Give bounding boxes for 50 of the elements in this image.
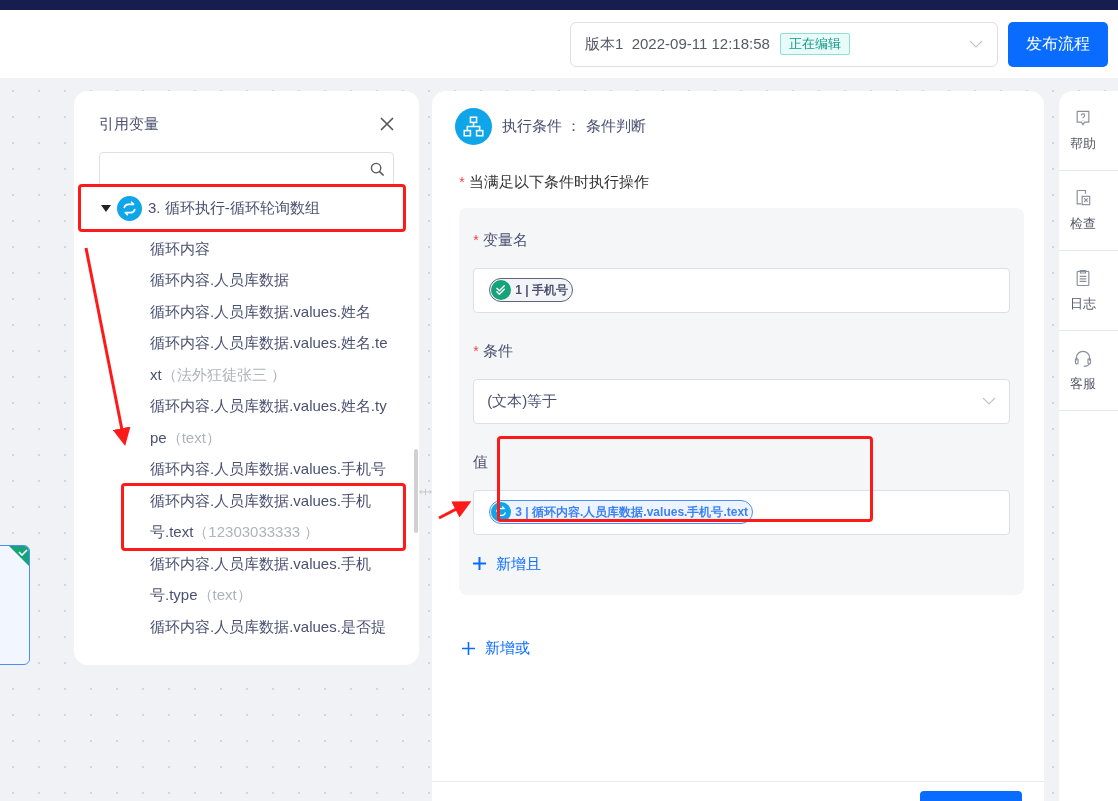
hierarchy-icon (455, 108, 493, 145)
tag-text: 3 | 循环内容.人员库数据.values.手机号.text (515, 504, 749, 521)
tree-item[interactable]: 循环内容.人员库数据.values.手机号.text（12303033333 ） (150, 484, 388, 548)
add-and-link[interactable]: 新增且 (473, 552, 542, 575)
scrollbar-thumb[interactable] (414, 449, 419, 533)
flow-node[interactable] (0, 545, 30, 665)
field-label: 变量名 (482, 230, 528, 251)
check-icon (491, 280, 512, 300)
field-label: 条件 (482, 341, 513, 362)
condition-select[interactable]: (文本)等于 (473, 378, 1011, 424)
variable-field[interactable]: 1 | 手机号 (473, 267, 1011, 313)
caret-icon (101, 204, 111, 213)
node-label: 3. 循环执行-循环轮询数组 (148, 198, 320, 219)
close-icon[interactable] (380, 117, 395, 132)
required-mark: * (473, 342, 479, 361)
tree-item[interactable]: 循环内容.人员库数据.values.手机号.type（text） (150, 547, 388, 611)
sidebar-item[interactable]: 客服 (1058, 331, 1118, 411)
chevron-down-icon (969, 39, 983, 49)
tree-node[interactable]: 3. 循环执行-循环轮询数组 (101, 190, 395, 227)
search-icon (370, 161, 386, 177)
plus-icon (473, 557, 487, 571)
required-mark: * (473, 231, 479, 250)
sidebar-item[interactable]: 日志 (1058, 251, 1118, 331)
tree-item[interactable]: 循环内容 (150, 232, 388, 264)
tree-item[interactable]: 循环内容.人员库数据.values.姓名.type（text） (150, 390, 388, 453)
tag-text: 1 | 手机号 (515, 282, 569, 299)
loop-icon (491, 502, 512, 522)
annotation-arrow (438, 501, 472, 520)
tree-item[interactable]: 循环内容.人员库数据.values.是否提 (150, 610, 388, 642)
add-or-link[interactable]: 新增或 (462, 637, 531, 660)
version-text: 版本1 2022-09-11 12:18:58 (585, 33, 770, 54)
chevron-down-icon (982, 396, 997, 406)
version-select[interactable]: 版本1 2022-09-11 12:18:58 正在编辑 (570, 21, 998, 67)
panel-title: 执行条件 ： 条件判断 (502, 116, 646, 137)
tree-item[interactable]: 循环内容.人员库数据.values.姓名.text（法外狂徒张三 ） (150, 327, 388, 390)
panel-title: 引用变量 (99, 114, 159, 134)
status-badge: 正在编辑 (779, 33, 850, 55)
field-label: 值 (473, 452, 489, 473)
plus-icon (462, 641, 476, 655)
check-corner-icon (9, 546, 29, 566)
publish-button[interactable]: 发布流程 (1008, 21, 1108, 67)
tree-item[interactable]: 循环内容.人员库数据.values.姓名 (150, 295, 388, 327)
sidebar-item[interactable]: 帮助 (1058, 91, 1118, 171)
sidebar-item[interactable]: 检查 (1058, 171, 1118, 251)
tree-item[interactable]: 循环内容.人员库数据 (150, 264, 388, 296)
tree-item[interactable]: 循环内容.人员库数据.values.手机号 (150, 453, 388, 485)
resize-handle-icon[interactable] (419, 487, 433, 497)
section-label: 当满足以下条件时执行操作 (468, 172, 649, 192)
required-mark: * (459, 172, 465, 192)
loop-icon (117, 196, 142, 221)
